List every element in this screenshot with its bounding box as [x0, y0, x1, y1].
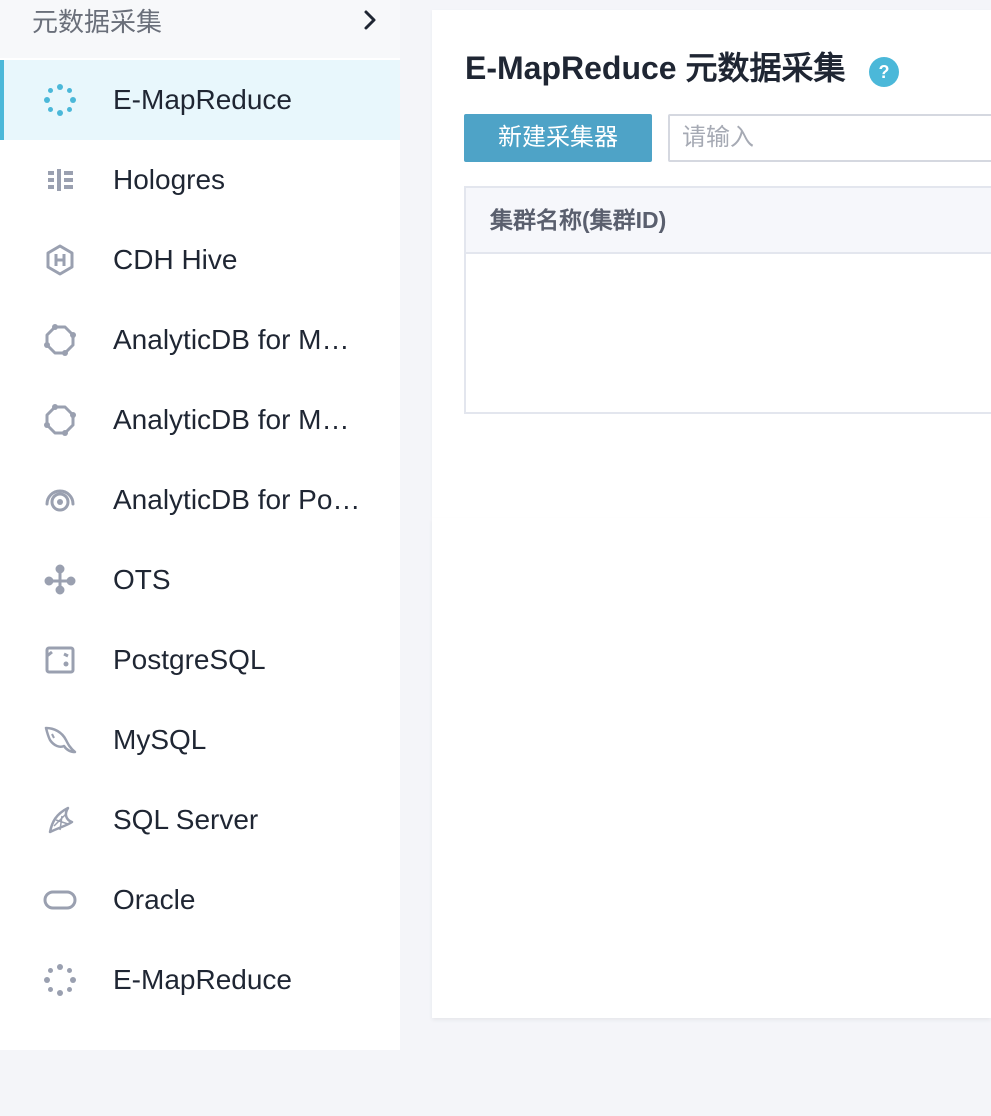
sidebar-item-label: PostgreSQL [113, 644, 266, 675]
sidebar-item-label: AnalyticDB for M… [113, 404, 350, 435]
sidebar-item-emapreduce-2[interactable]: E-MapReduce [0, 940, 400, 1020]
analyticdb-postgresql-icon [42, 482, 78, 518]
ots-icon [42, 562, 78, 598]
sidebar-item-label: SQL Server [113, 804, 259, 835]
sidebar: 元数据采集 E-MapReduce Hologres CDH Hive Anal… [0, 0, 400, 1050]
sidebar-item-label: Hologres [113, 164, 226, 195]
sidebar-item-mysql[interactable]: MySQL [0, 700, 400, 780]
sidebar-item-oracle[interactable]: Oracle [0, 860, 400, 940]
sidebar-item-postgresql[interactable]: PostgreSQL [0, 620, 400, 700]
sidebar-header: 元数据采集 [0, 0, 400, 58]
sidebar-item-label: E-MapReduce [113, 964, 292, 995]
sidebar-item-label: E-MapReduce [113, 84, 292, 115]
sidebar-item-analyticdb-postgresql[interactable]: AnalyticDB for Po… [0, 460, 400, 540]
sidebar-item-label: Oracle [113, 884, 196, 915]
analyticdb-icon [42, 322, 78, 358]
page-title: E-MapReduce 元数据采集 [465, 50, 846, 86]
sidebar-item-label: AnalyticDB for M… [113, 324, 350, 355]
emapreduce-icon [42, 962, 78, 998]
emapreduce-icon [42, 82, 78, 118]
table-header: 集群名称(集群ID) [466, 188, 991, 254]
sidebar-title: 元数据采集 [32, 7, 163, 37]
chevron-right-icon[interactable] [356, 6, 384, 34]
mysql-icon [42, 722, 78, 758]
sidebar-item-analyticdb-mysql-2[interactable]: AnalyticDB for M… [0, 380, 400, 460]
sidebar-item-label: OTS [113, 564, 171, 595]
postgresql-icon [42, 642, 78, 678]
collector-panel: E-MapReduce 元数据采集 ? 新建采集器 集群名称(集群ID) [432, 10, 991, 518]
sidebar-item-hologres[interactable]: Hologres [0, 140, 400, 220]
svg-text:?: ? [879, 62, 890, 82]
column-header-cluster-name: 集群名称(集群ID) [490, 207, 667, 233]
content-panel [432, 518, 991, 1018]
cluster-table: 集群名称(集群ID) [464, 186, 991, 414]
sidebar-item-emapreduce[interactable]: E-MapReduce [0, 60, 400, 140]
oracle-icon [42, 882, 78, 918]
sidebar-item-analyticdb-mysql[interactable]: AnalyticDB for M… [0, 300, 400, 380]
sidebar-item-cdh-hive[interactable]: CDH Hive [0, 220, 400, 300]
analyticdb-icon [42, 402, 78, 438]
help-icon[interactable]: ? [869, 57, 899, 87]
sidebar-item-sql-server[interactable]: SQL Server [0, 780, 400, 860]
sidebar-item-label: AnalyticDB for Po… [113, 484, 361, 515]
create-collector-button[interactable]: 新建采集器 [464, 114, 652, 162]
sidebar-item-ots[interactable]: OTS [0, 540, 400, 620]
cdh-hive-icon [42, 242, 78, 278]
sidebar-item-label: MySQL [113, 724, 207, 755]
hologres-icon [42, 162, 78, 198]
sidebar-item-label: CDH Hive [113, 244, 238, 275]
search-input[interactable] [668, 114, 991, 162]
sql-server-icon [42, 802, 78, 838]
